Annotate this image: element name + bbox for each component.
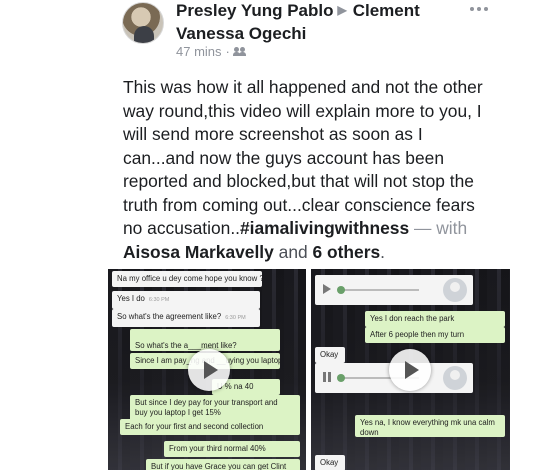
chat-text: buy you laptop I get 15% [135,407,221,417]
post-line: reported and blocked,but that will not s… [123,171,474,191]
post-header: Presley Yung Pablo ▶ Clement Vanessa Ogech… [0,0,537,70]
chat-bubble: Okay [315,455,345,470]
recipient-name[interactable]: Clement [353,1,420,20]
author-name[interactable]: Presley Yung Pablo [176,1,333,20]
chat-text: After 6 people then my turn [370,330,465,339]
chat-bubble: Yes na, I know everything mk una calm dow… [355,415,505,437]
period: . [380,241,386,262]
chat-text: Okay [320,350,339,359]
others-link[interactable]: 6 others [313,242,381,262]
more-dot [484,7,488,11]
chat-bubble: From your third normal 40% [164,441,300,457]
post-line: can...and now the guys account has been [123,147,444,168]
chat-text: Yes I do [117,294,145,303]
chat-bubble: But if you have Grace you can get Clint [146,459,300,470]
chat-bubble: Okay [315,347,345,363]
chat-text: From your third normal 40% [169,444,266,453]
friends-icon[interactable] [232,46,248,57]
chat-text: Yes I don reach the park [370,314,455,323]
chat-bubble: So what's the agreement like? 6:30 PM [112,309,260,327]
chat-text: Each for your first and second collectio… [125,422,264,431]
post-line: truth from coming out...clear conscience… [123,194,475,215]
chat-text: down [360,427,379,437]
video-thumbnail-right[interactable]: Yes I don reach the park After 6 people … [311,269,510,470]
post-line: will send more screenshot as soon as I [123,124,423,144]
chat-text: So what's the a___ment like? [135,341,237,350]
voice-track [339,289,419,291]
author-avatar[interactable] [122,2,164,44]
voice-progress-dot[interactable] [337,374,345,382]
voice-note [315,275,473,305]
play-icon[interactable] [322,284,332,294]
chat-text: Na my office u dey come hope you know ? [117,274,262,283]
voice-progress-dot[interactable] [337,286,345,294]
post-line: way round,this video will explain more t… [123,100,482,121]
post-line-last: no accusation..#iamalivingwithness — wit… [123,217,518,241]
tagged-person-link[interactable]: Aisosa Markavelly [123,242,274,262]
chat-bubble: After 6 people then my turn [365,327,505,343]
video-thumbnail-left[interactable]: Na my office u dey come hope you know ? … [108,269,306,470]
post-body: This was how it all happened and not the… [123,76,518,264]
chat-time: 6:30 PM [225,315,246,321]
post-author-line: Presley Yung Pablo ▶ Clement Vanessa Ogech… [176,0,476,44]
post-line: This was how it all happened and not the… [123,77,483,97]
voice-avatar [443,278,467,302]
more-options-button[interactable] [470,4,492,14]
play-icon[interactable] [188,349,230,391]
chat-text: Okay [320,458,339,467]
post-time[interactable]: 47 mins [176,44,222,59]
post-line-prefix: no accusation.. [123,218,240,238]
chat-text: So what's the agreement like? [117,312,222,321]
more-dot [477,7,481,11]
tagged-line: Aisosa Markavelly and 6 others. [123,241,518,265]
post-meta: 47 mins · [176,44,248,59]
chat-bubble: Yes I do 6:30 PM [112,291,260,309]
chat-text: Yes na, I know everything mk una calm [360,418,495,427]
chat-bubble: Yes I don reach the park [365,311,505,327]
and-label: and [278,241,308,262]
play-icon[interactable] [389,349,431,391]
hashtag-link[interactable]: #iamalivingwithness [240,218,409,238]
recipient-name-cont[interactable]: Vanessa Ogechi [176,24,306,43]
with-label: — with [413,218,468,238]
meta-separator: · [225,44,230,59]
chat-time: 6:30 PM [148,297,170,303]
more-dots-icon [470,7,474,11]
pause-icon[interactable] [322,372,332,382]
chat-bubble: So what's the a___ment like? [130,329,280,351]
chat-text: But if you have Grace you can get Clint [151,462,287,470]
chat-bubble: Each for your first and second collectio… [120,419,300,435]
chat-text: But since I dey pay for your transport a… [135,398,278,407]
chat-bubble: Na my office u dey come hope you know ? [112,271,262,287]
voice-avatar [443,366,467,390]
triangle-right-icon: ▶ [337,3,347,17]
